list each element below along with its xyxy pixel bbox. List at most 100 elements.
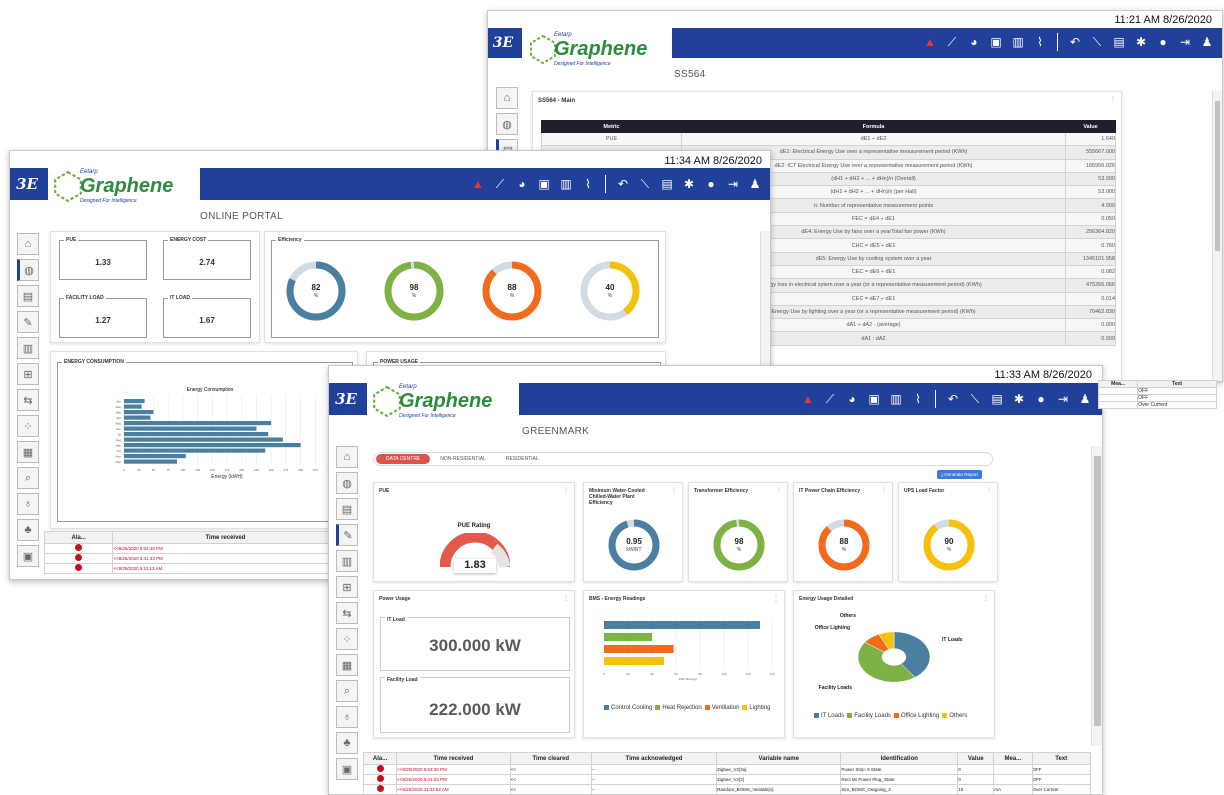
globe-icon[interactable]: ◍ (496, 113, 518, 135)
buildings-icon[interactable]: ▥ (17, 337, 39, 359)
alarm-bell-icon[interactable]: ▲ (919, 31, 941, 53)
alarm-col-header[interactable]: Time acknowledged (590, 752, 718, 765)
alarm-col-header[interactable]: Identification (840, 752, 959, 765)
app-logo-mark[interactable]: 3E (488, 28, 518, 58)
pie-chart-icon[interactable]: ◕ (963, 31, 985, 53)
grid-icon[interactable]: ⁘ (336, 628, 358, 650)
generate-report-button[interactable]: ⤓ Generate Report (937, 470, 982, 479)
logout-icon[interactable]: ⇥ (722, 173, 744, 195)
trend-down-icon[interactable]: ⟍ (964, 388, 986, 410)
pie-chart-icon[interactable]: ◕ (511, 173, 533, 195)
card-menu-icon[interactable]: ⋮ (983, 595, 989, 602)
bar-graph-icon[interactable]: ▥ (885, 388, 907, 410)
legend-item[interactable]: IT Loads (814, 713, 844, 719)
logout-icon[interactable]: ⇥ (1174, 31, 1196, 53)
building-icon[interactable]: ▦ (17, 441, 39, 463)
alarm-col-header[interactable]: Time received (396, 752, 511, 765)
info-icon[interactable]: ● (1030, 388, 1052, 410)
user-icon[interactable]: ♟ (744, 173, 766, 195)
plant-icon[interactable]: ✎ (17, 311, 39, 333)
alarm-row[interactable]: <<8/25/2020 5:41:33 PM << -- Zigbee_V2[3] Re… (362, 774, 1092, 785)
scrollbar-thumb[interactable] (1215, 101, 1220, 251)
export-icon[interactable]: ▤ (656, 173, 678, 195)
user-icon[interactable]: ♟ (1196, 31, 1218, 53)
alarm-row[interactable]: OFF (1097, 394, 1217, 402)
chart-line-icon[interactable]: ⟋ (489, 173, 511, 195)
bar-graph-icon[interactable]: ▥ (1007, 31, 1029, 53)
home-icon[interactable]: ⌂ (336, 446, 358, 468)
monitor-icon[interactable]: ▣ (533, 173, 555, 195)
scrollbar-thumb[interactable] (1094, 456, 1101, 726)
settings-icon[interactable]: ✱ (1130, 31, 1152, 53)
trend-down-icon[interactable]: ⟍ (634, 173, 656, 195)
pie-chart-icon[interactable]: ◕ (841, 388, 863, 410)
chart-line-icon[interactable]: ⟋ (941, 31, 963, 53)
legend-item[interactable]: Office Lighting (893, 713, 939, 719)
legend-item[interactable]: Others (942, 713, 967, 719)
tab-data-centre[interactable]: DATA CENTRE (376, 454, 431, 464)
building-icon[interactable]: ▦ (336, 654, 358, 676)
document-icon[interactable]: ▤ (336, 498, 358, 520)
trend-icon[interactable]: ⌇ (907, 388, 929, 410)
monitor-icon[interactable]: ▣ (863, 388, 885, 410)
globe-icon[interactable]: ◍ (336, 472, 358, 494)
alarm-row[interactable]: OFF (1097, 387, 1217, 395)
trend-down-icon[interactable]: ⟍ (1086, 31, 1108, 53)
network-icon[interactable]: ⊞ (17, 363, 39, 385)
alarm-col-header[interactable]: Value (957, 752, 995, 765)
pin-icon[interactable]: ♁ (17, 493, 39, 515)
info-icon[interactable]: ● (700, 173, 722, 195)
trend-icon[interactable]: ⌇ (1029, 31, 1051, 53)
info-icon[interactable]: ● (1152, 31, 1174, 53)
buildings-icon[interactable]: ▥ (336, 550, 358, 572)
card-menu-icon[interactable]: ⋮ (563, 595, 569, 602)
settings-icon[interactable]: ✱ (1008, 388, 1030, 410)
card-menu-icon[interactable]: ⋮ (986, 487, 992, 494)
calendar-icon[interactable]: ▣ (17, 545, 39, 567)
alarm-row[interactable]: Over Current (1097, 401, 1217, 409)
legend-item[interactable]: Lighting (742, 705, 770, 711)
trend-icon[interactable]: ⌇ (577, 173, 599, 195)
alarm-bell-icon[interactable]: ▲ (467, 173, 489, 195)
app-logo-mark[interactable]: 3E (10, 168, 44, 200)
app-logo-mark[interactable]: 3E (329, 383, 363, 415)
globe-icon[interactable]: ◍ (17, 259, 39, 281)
user-icon[interactable]: ♟ (1074, 388, 1096, 410)
card-menu-icon[interactable]: ⋮ (776, 487, 782, 494)
grid-icon[interactable]: ⁘ (17, 415, 39, 437)
alarm-col-header[interactable]: Time received (112, 531, 339, 544)
document-icon[interactable]: ▤ (17, 285, 39, 307)
alarm-col-header[interactable]: Ala... (43, 531, 114, 544)
tab-non-residential[interactable]: NON-RESIDENTIAL (430, 454, 496, 464)
undo-icon[interactable]: ↶ (942, 388, 964, 410)
transfer-icon[interactable]: ⇆ (336, 602, 358, 624)
tree-icon[interactable]: ♣ (336, 732, 358, 754)
legend-item[interactable]: Facility Loads (847, 713, 891, 719)
alarm-col-header[interactable]: Text (1031, 752, 1092, 765)
settings-icon[interactable]: ✱ (678, 173, 700, 195)
card-menu-icon[interactable]: ⋮ (881, 487, 887, 494)
alarm-col-header[interactable]: Time cleared (509, 752, 592, 765)
tab-residential[interactable]: RESIDENTIAL (496, 454, 549, 464)
search-icon[interactable]: ⌕ (17, 467, 39, 489)
home-icon[interactable]: ⌂ (496, 87, 518, 109)
transfer-icon[interactable]: ⇆ (17, 389, 39, 411)
alarm-col-header[interactable]: Mea... (1097, 380, 1139, 388)
monitor-icon[interactable]: ▣ (985, 31, 1007, 53)
network-icon[interactable]: ⊞ (336, 576, 358, 598)
logout-icon[interactable]: ⇥ (1052, 388, 1074, 410)
legend-item[interactable]: Control Cooling (604, 705, 652, 711)
tree-icon[interactable]: ♣ (17, 519, 39, 541)
scrollbar[interactable] (1091, 446, 1102, 746)
card-menu-icon[interactable]: ⋮ (671, 487, 677, 494)
alarm-row[interactable]: <<8/25/2020 11:33:52 AM << -- Random_BOMS_V… (362, 784, 1092, 794)
scrollbar[interactable] (1212, 91, 1222, 381)
legend-item[interactable]: Ventilation (704, 705, 739, 711)
card-menu-icon[interactable]: ⋮ (773, 595, 779, 602)
alarm-col-header[interactable]: Text (1137, 380, 1217, 388)
undo-icon[interactable]: ↶ (1064, 31, 1086, 53)
undo-icon[interactable]: ↶ (612, 173, 634, 195)
alarm-col-header[interactable]: Mea... (993, 752, 1033, 765)
pin-icon[interactable]: ♁ (336, 706, 358, 728)
chart-line-icon[interactable]: ⟋ (819, 388, 841, 410)
